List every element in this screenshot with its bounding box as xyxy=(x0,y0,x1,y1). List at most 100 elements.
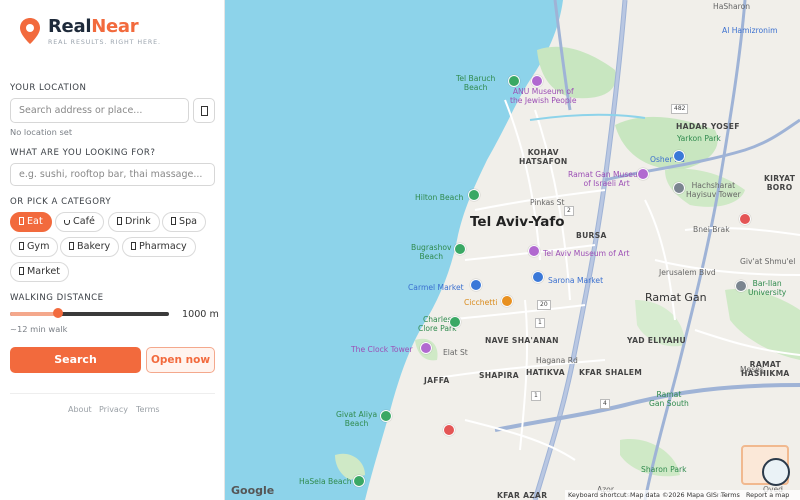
map-label-hachsharat-tower: Hachsharat Hayisuv Tower xyxy=(686,181,741,199)
map-label-hagana-rd: Hagana Rd xyxy=(536,356,578,365)
brand-name: RealNear xyxy=(48,16,139,37)
map-marker-bar-ilan[interactable] xyxy=(735,280,747,292)
gym-icon xyxy=(19,242,24,250)
map-label-ramat-gan-museum: Ramat Gan Museum of Israeli Art xyxy=(568,170,646,188)
map-label-tel-baruch: Tel Baruch Beach xyxy=(456,74,496,92)
slider-thumb[interactable] xyxy=(52,308,63,318)
category-chip-cafe[interactable]: Café xyxy=(55,212,104,232)
map-label-kfar-shalem: KFAR SHALEM xyxy=(579,368,643,377)
city-label-tel-aviv: Tel Aviv-Yafo xyxy=(470,214,565,230)
divider xyxy=(10,393,215,394)
map-marker-charles-clore-park[interactable] xyxy=(449,316,461,328)
open-now-button[interactable]: Open now xyxy=(146,347,215,373)
map-label-kiryat: KIRYAT BORO xyxy=(764,174,796,192)
location-status: No location set xyxy=(10,127,73,137)
category-chip-spa[interactable]: Spa xyxy=(162,212,207,232)
map-label-hatikva: HATIKVA xyxy=(526,368,565,377)
locate-me-button[interactable] xyxy=(193,98,215,123)
footer-about-link[interactable]: About xyxy=(68,405,92,414)
map[interactable]: HaSharon Al Hamizronim Tel Baruch Beach A… xyxy=(225,0,800,500)
map-marker-anu-museum[interactable] xyxy=(531,75,543,87)
distance-slider[interactable] xyxy=(10,308,169,318)
road-shield: 20 xyxy=(537,300,551,310)
bakery-icon xyxy=(69,242,74,250)
map-label-ramat-gan-south: Ramat Gan South xyxy=(649,390,689,408)
category-chip-eat[interactable]: Eat xyxy=(10,212,52,232)
map-marker-red-pin-bnei-brak[interactable] xyxy=(739,213,751,225)
category-chip-market[interactable]: Market xyxy=(10,262,69,282)
map-label-givat-aliya-beach: Givat Aliya Beach xyxy=(336,410,378,428)
road-shield: 1 xyxy=(531,391,541,401)
category-chip-drink[interactable]: Drink xyxy=(108,212,160,232)
what-search-input[interactable]: e.g. sushi, rooftop bar, thai massage... xyxy=(10,163,215,186)
locate-icon xyxy=(201,106,208,116)
category-label: OR PICK A CATEGORY xyxy=(10,197,112,207)
map-marker-givat-aliya-beach[interactable] xyxy=(380,410,392,422)
map-label-sarona-market: Sarona Market xyxy=(548,276,604,285)
category-chip-pharmacy[interactable]: Pharmacy xyxy=(122,237,196,257)
map-label-neve-shaanan: NAVE SHA'ANAN xyxy=(485,336,559,345)
map-marker-cicchetti[interactable] xyxy=(501,295,513,307)
market-icon xyxy=(19,267,24,275)
map-label-givat-shmuel: Giv'at Shmu'el xyxy=(740,257,796,266)
map-label-sharon-park: Sharon Park xyxy=(641,465,687,474)
map-marker-bugrashov-beach[interactable] xyxy=(454,243,466,255)
footer-privacy-link[interactable]: Privacy xyxy=(99,405,128,414)
map-label-al-hamizronim: Al Hamizronim xyxy=(722,26,778,35)
map-label-yarkon-park: Yarkon Park xyxy=(677,134,721,143)
drink-icon xyxy=(117,217,122,225)
map-label-bnei-brak: Bnei Brak xyxy=(693,225,730,234)
map-marker-carmel-market[interactable] xyxy=(470,279,482,291)
map-label-hasela-beach: HaSela Beach xyxy=(299,477,352,486)
map-marker-osher-ad[interactable] xyxy=(673,150,685,162)
map-label-pinkas-st: Pinkas St xyxy=(530,198,565,207)
chat-icon xyxy=(762,458,790,486)
map-terms-link[interactable]: Terms xyxy=(718,490,743,500)
map-label-hasharon: HaSharon xyxy=(713,2,751,11)
map-label-jaffa: JAFFA xyxy=(424,376,450,385)
map-label-clock-tower: The Clock Tower xyxy=(351,345,413,354)
pharmacy-icon xyxy=(131,242,136,250)
map-label-yad-eliyahu: YAD ELIYAHU xyxy=(627,336,686,345)
search-label: WHAT ARE YOU LOOKING FOR? xyxy=(10,148,156,158)
brand-logo: RealNear REAL RESULTS. RIGHT HERE. xyxy=(19,17,161,46)
fork-icon xyxy=(19,217,24,225)
walk-time: ~12 min walk xyxy=(10,324,68,334)
map-label-anu-museum: ANU Museum of the Jewish People xyxy=(510,87,577,105)
map-label-kokhav: KOHAV HATSAFON xyxy=(519,148,568,166)
map-marker-tel-aviv-museum[interactable] xyxy=(528,245,540,257)
category-chip-gym[interactable]: Gym xyxy=(10,237,59,257)
location-search-input[interactable]: Search address or place... xyxy=(10,98,189,123)
keyboard-shortcuts-link[interactable]: Keyboard shortcuts xyxy=(565,490,633,500)
location-pin-icon xyxy=(20,18,40,44)
map-label-elat-st: Elat St xyxy=(443,348,468,357)
search-button[interactable]: Search xyxy=(10,347,141,373)
map-label-carmel-market: Carmel Market xyxy=(408,283,464,292)
footer-terms-link[interactable]: Terms xyxy=(136,405,160,414)
map-label-shapira: SHAPIRA xyxy=(479,371,519,380)
map-label-bursa: BURSA xyxy=(576,231,607,240)
floating-widget[interactable] xyxy=(741,445,790,486)
map-label-kfar-azar: KFAR AZAR xyxy=(497,491,548,500)
road-shield: 1 xyxy=(535,318,545,328)
map-marker-clock-tower[interactable] xyxy=(420,342,432,354)
category-chip-bakery[interactable]: Bakery xyxy=(60,237,120,257)
map-label-cicchetti: Cicchetti xyxy=(464,298,498,307)
spa-icon xyxy=(171,217,176,225)
map-marker-hasela-beach[interactable] xyxy=(353,475,365,487)
map-label-jerusalem-blvd: Jerusalem Blvd xyxy=(659,268,716,277)
map-label-bugrashov-beach: Bugrashov Beach xyxy=(411,243,452,261)
sidebar: RealNear REAL RESULTS. RIGHT HERE. YOUR … xyxy=(0,0,225,500)
map-label-hadar-yosef: HADAR YOSEF xyxy=(676,122,740,131)
location-label: YOUR LOCATION xyxy=(10,83,87,93)
road-shield: 4 xyxy=(600,399,610,409)
slider-fill xyxy=(10,312,58,316)
report-map-error-link[interactable]: Report a map error xyxy=(743,490,800,500)
map-marker-red-pin-jaffa[interactable] xyxy=(443,424,455,436)
map-label-meses: Meses xyxy=(740,365,764,374)
map-marker-ramat-gan-museum[interactable] xyxy=(637,168,649,180)
map-marker-tel-baruch-beach[interactable] xyxy=(508,75,520,87)
map-marker-sarona-market[interactable] xyxy=(532,271,544,283)
map-marker-hachsharat-tower[interactable] xyxy=(673,182,685,194)
map-marker-hilton-beach[interactable] xyxy=(468,189,480,201)
